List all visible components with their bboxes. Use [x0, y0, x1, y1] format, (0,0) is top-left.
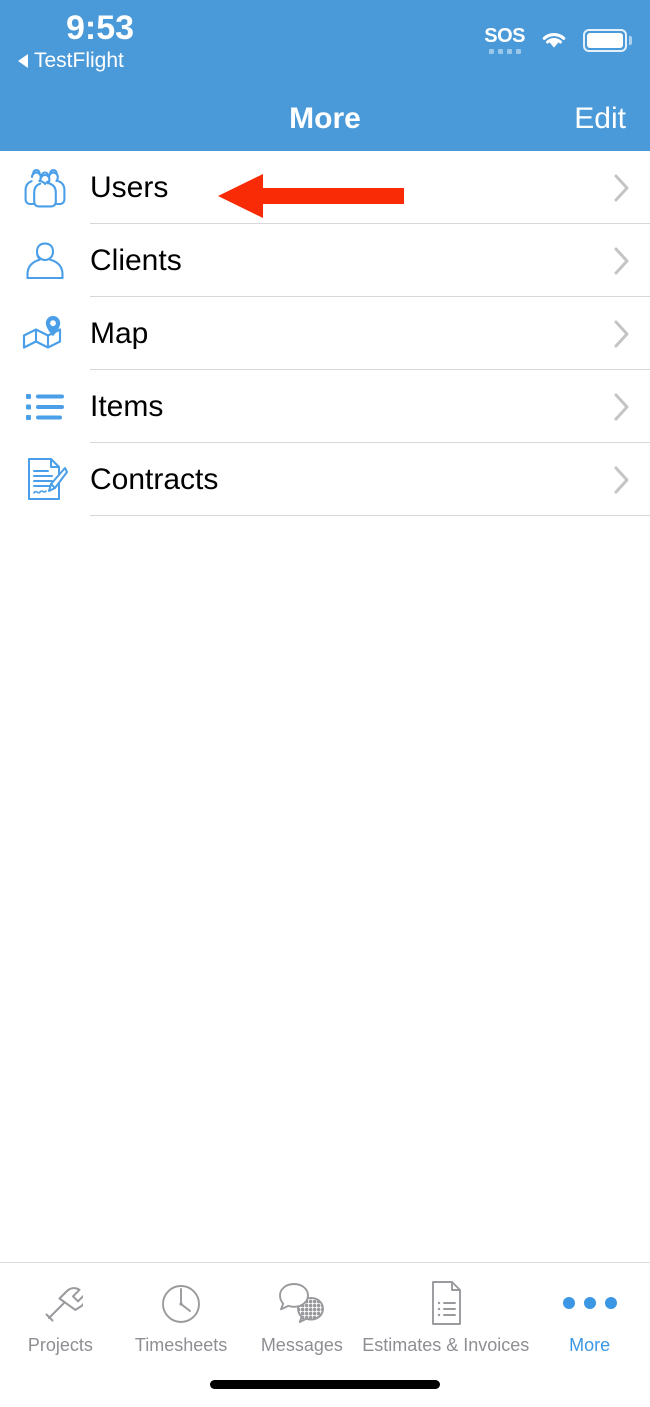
clock-icon [158, 1277, 204, 1329]
person-icon [0, 224, 90, 297]
tab-label: Timesheets [134, 1335, 228, 1355]
bulleted-list-icon [0, 370, 90, 443]
status-bar-clock: 9:53 [66, 9, 135, 47]
users-group-icon [0, 151, 90, 224]
document-list-icon [426, 1277, 466, 1329]
more-menu-list: Users Clients Map Items Contracts [0, 151, 650, 516]
chevron-right-icon [594, 392, 650, 422]
signal-dots-icon [488, 49, 521, 54]
list-item-label: Clients [90, 243, 182, 277]
chevron-right-icon [594, 319, 650, 349]
battery-icon [583, 28, 632, 52]
sos-indicator: SOS [484, 26, 525, 54]
tab-label: Messages [260, 1335, 343, 1355]
map-pin-icon [0, 297, 90, 370]
chevron-right-icon [594, 246, 650, 276]
contract-signature-icon [0, 443, 90, 516]
home-indicator[interactable] [210, 1380, 440, 1389]
tab-label: Estimates & Invoices [362, 1335, 530, 1355]
bottom-tab-bar: Projects Timesheets Messages Estimates &… [0, 1262, 650, 1407]
tab-projects[interactable]: Projects [0, 1277, 121, 1356]
status-bar: 9:53 TestFlight SOS [0, 0, 650, 88]
list-item-label: Users [90, 170, 169, 204]
back-to-app-button[interactable]: TestFlight [18, 48, 124, 74]
navigation-bar: More Edit [0, 88, 650, 151]
sos-label: SOS [484, 25, 525, 47]
list-item-clients[interactable]: Clients [0, 224, 650, 297]
list-item-label: Contracts [90, 462, 219, 496]
tab-label: Projects [27, 1335, 93, 1355]
list-separator [90, 515, 650, 516]
back-to-app-label: TestFlight [34, 49, 124, 72]
wifi-icon [542, 33, 566, 48]
tab-estimates-invoices[interactable]: Estimates & Invoices [362, 1277, 529, 1356]
chevron-right-icon [594, 173, 650, 203]
speech-bubbles-icon [277, 1277, 327, 1329]
list-item-items[interactable]: Items [0, 370, 650, 443]
edit-button[interactable]: Edit [574, 101, 626, 137]
ellipsis-icon [562, 1277, 617, 1329]
tab-more[interactable]: More [529, 1277, 650, 1356]
tab-messages[interactable]: Messages [241, 1277, 362, 1356]
status-bar-indicators: SOS [484, 26, 632, 54]
list-item-map[interactable]: Map [0, 297, 650, 370]
list-item-label: Map [90, 316, 149, 350]
tab-timesheets[interactable]: Timesheets [121, 1277, 242, 1356]
back-triangle-icon [18, 54, 28, 68]
tab-label: More [569, 1335, 611, 1355]
hammer-icon [37, 1277, 84, 1329]
list-item-contracts[interactable]: Contracts [0, 443, 650, 516]
list-item-users[interactable]: Users [0, 151, 650, 224]
page-title: More [289, 102, 361, 135]
top-bar: 9:53 TestFlight SOS More Edit [0, 0, 650, 151]
list-item-label: Items [90, 389, 164, 423]
iphone-screen: 9:53 TestFlight SOS More Edit Users Clie… [0, 0, 650, 1407]
chevron-right-icon [594, 465, 650, 495]
